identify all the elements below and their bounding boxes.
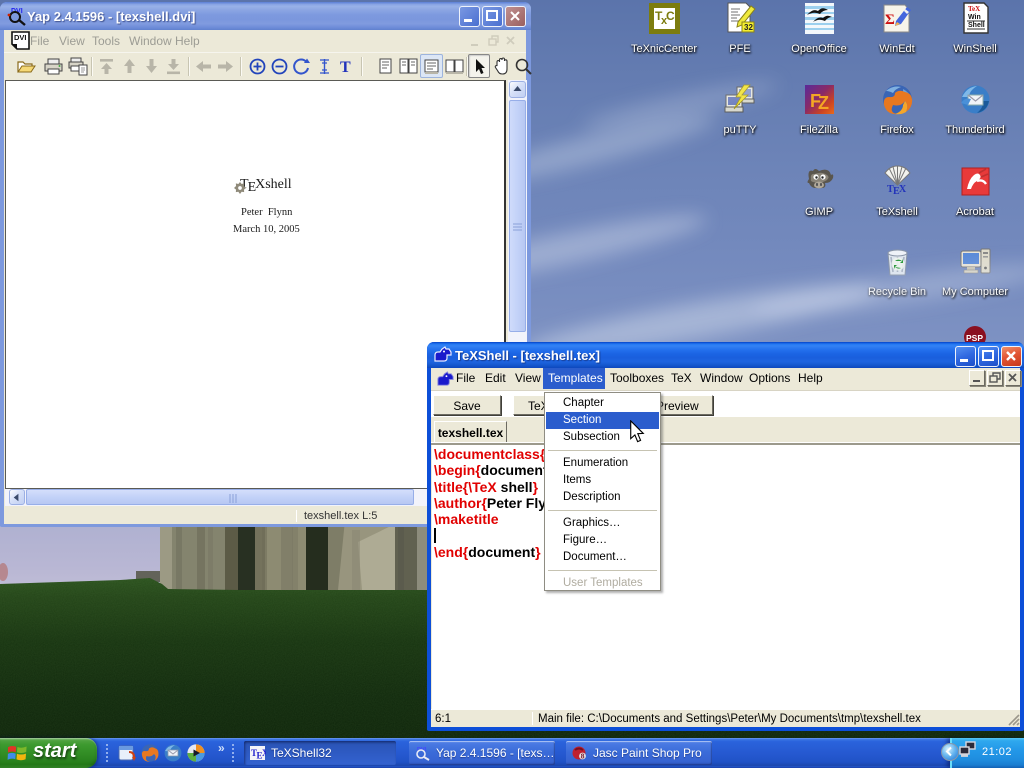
svg-text:T: T	[340, 59, 351, 76]
svg-text:8: 8	[581, 754, 585, 761]
svg-text:DVI: DVI	[14, 33, 27, 42]
